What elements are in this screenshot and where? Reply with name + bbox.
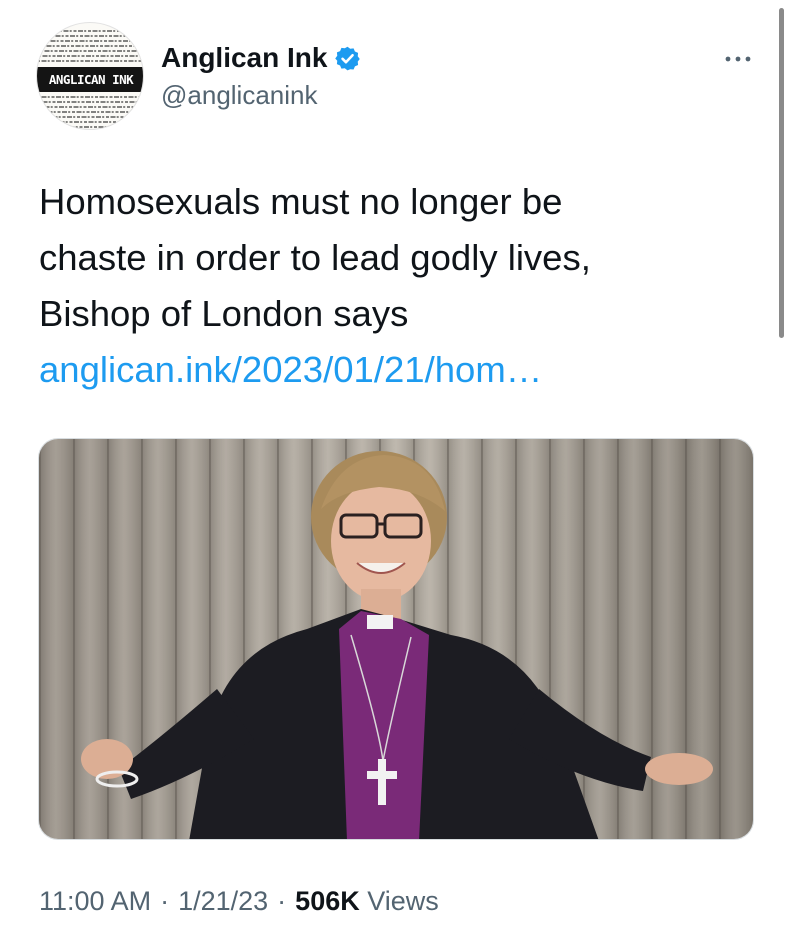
tweet-text-line: Homosexuals must no longer be (39, 181, 563, 222)
meta-separator: · (277, 886, 287, 916)
tweet-time[interactable]: 11:00 AM (39, 886, 151, 916)
views-count[interactable]: 506K (295, 886, 360, 916)
avatar[interactable]: ANGLICAN INK (36, 22, 144, 130)
tweet-link[interactable]: anglican.ink/2023/01/21/hom… (39, 342, 759, 398)
avatar-logo-text: ANGLICAN INK (37, 67, 143, 92)
tweet-text-line: chaste in order to lead godly lives, (39, 237, 591, 278)
meta-separator: · (160, 886, 170, 916)
verified-badge-icon (334, 45, 361, 72)
author-name-row[interactable]: Anglican Ink (161, 38, 361, 78)
tweet-text: Homosexuals must no longer be chaste in … (39, 174, 759, 398)
scrollbar[interactable] (779, 8, 784, 338)
views-label[interactable]: Views (367, 886, 439, 916)
more-options-icon[interactable] (720, 47, 756, 71)
tweet-media-photo[interactable] (38, 438, 754, 840)
tweet-meta: 11:00 AM · 1/21/23 · 506K Views (39, 886, 439, 917)
tweet-text-line: Bishop of London says (39, 293, 409, 334)
author-display-name[interactable]: Anglican Ink (161, 42, 327, 74)
author-handle[interactable]: @anglicanink (161, 80, 317, 111)
tweet-date[interactable]: 1/21/23 (178, 886, 268, 916)
